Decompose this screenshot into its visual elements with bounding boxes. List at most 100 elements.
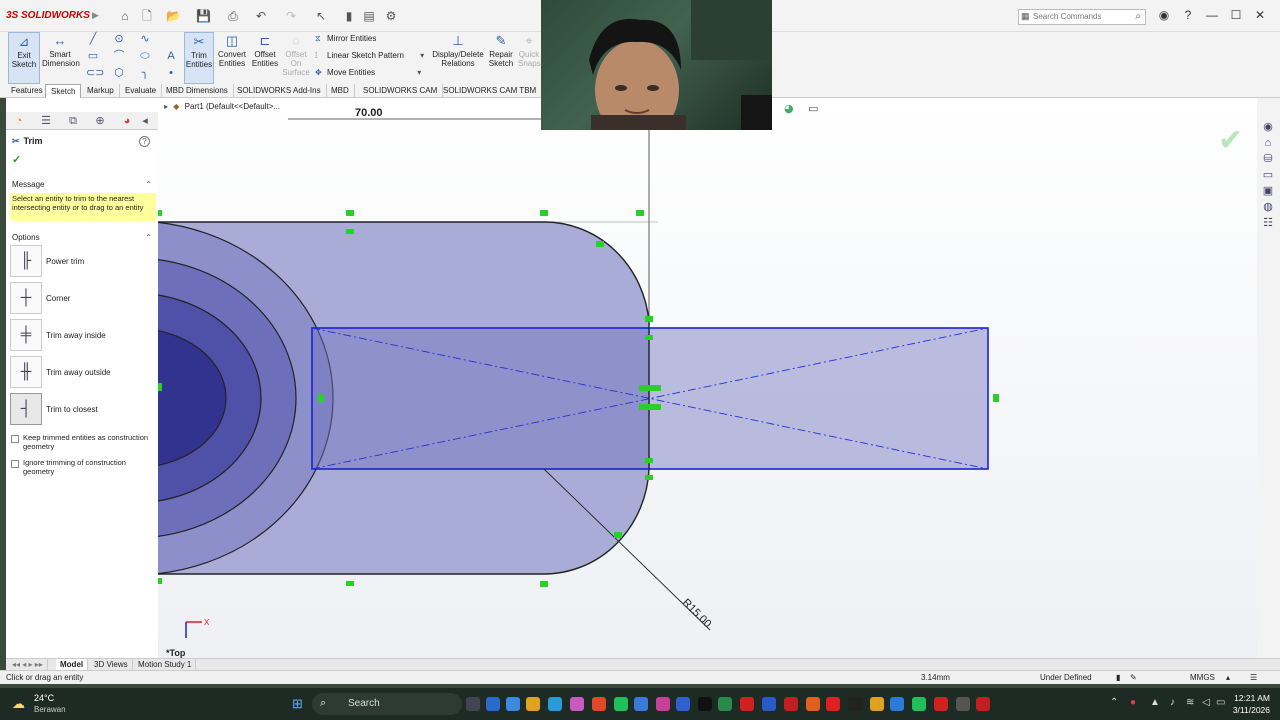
polygon-icon[interactable]: ⬡ xyxy=(112,66,126,80)
quick-snaps-button[interactable]: ⌖ Quick Snaps xyxy=(518,32,541,84)
tab-sketch[interactable]: Sketch xyxy=(45,84,82,98)
spline-icon[interactable]: ∿ xyxy=(138,32,152,46)
sketch-canvas[interactable]: 70.00 R15.00 X *Top ✔ ◕ ▭ xyxy=(158,98,1264,658)
view-palette-icon[interactable]: ▣ xyxy=(1260,184,1276,198)
options-gear-icon[interactable]: ⚙ xyxy=(384,9,398,23)
configuration-manager-icon[interactable]: ⧉ xyxy=(64,114,82,128)
dropdown-arrow-icon[interactable]: ▾ xyxy=(417,68,421,77)
keep-trimmed-checkbox[interactable]: Keep trimmed entities as construction ge… xyxy=(11,433,157,451)
save-icon[interactable]: 💾 xyxy=(196,9,211,23)
apply-scene-icon[interactable]: ◕ xyxy=(784,102,794,115)
app-icon[interactable] xyxy=(634,697,648,711)
tab-mbd-dimensions[interactable]: MBD Dimensions xyxy=(161,84,234,98)
move-entities-button[interactable]: ✥ Move Entities ▾ xyxy=(315,68,421,77)
ellipse-icon[interactable]: ⬭ xyxy=(138,49,152,63)
checkbox-box[interactable] xyxy=(11,435,19,443)
option-trim-to-closest[interactable]: ┤ Trim to closest xyxy=(10,393,156,427)
whatsapp-icon[interactable] xyxy=(912,697,926,711)
word-icon[interactable] xyxy=(762,697,776,711)
appearances-icon[interactable]: ◍ xyxy=(1260,200,1276,214)
feature-manager-icon[interactable]: ◔ xyxy=(10,114,28,128)
taskbar-search[interactable]: ⌕ Search xyxy=(312,693,462,715)
clock-time[interactable]: 12:21 AM xyxy=(1228,693,1270,703)
app-icon[interactable] xyxy=(570,697,584,711)
print-icon[interactable]: ⎙ xyxy=(226,9,240,23)
tray-chevron-icon[interactable]: ⌃ xyxy=(1110,697,1118,708)
minimize-button[interactable]: — xyxy=(1204,8,1220,22)
edit-icon[interactable]: ✎ xyxy=(1130,673,1137,682)
repair-sketch-button[interactable]: ✎ Repair Sketch xyxy=(488,32,514,84)
collapse-chevron-icon[interactable]: ⌃ xyxy=(145,180,152,189)
search-commands-input[interactable]: ▦ Search Commands ⌕ xyxy=(1018,9,1146,25)
tab-mbd[interactable]: MBD xyxy=(326,84,355,98)
clock-date[interactable]: 3/11/2026 xyxy=(1222,705,1270,715)
dimension-70[interactable]: 70.00 xyxy=(355,107,383,119)
tray-app-icon[interactable]: ● xyxy=(1130,697,1136,708)
acrobat-icon[interactable] xyxy=(784,697,798,711)
windows-start-icon[interactable]: ⊞ xyxy=(292,696,303,712)
tray-app-icon[interactable]: ▲ xyxy=(1150,697,1160,708)
facebook-icon[interactable] xyxy=(676,697,690,711)
text-icon[interactable]: A xyxy=(164,49,178,63)
display-delete-relations-button[interactable]: ⊥ Display/Delete Relations xyxy=(432,32,484,84)
tab-markup[interactable]: Markup xyxy=(82,84,120,98)
settings-icon[interactable] xyxy=(956,697,970,711)
trim-entities-button[interactable]: ✂ Trim Entities xyxy=(184,32,214,84)
tab-solidworks-cam[interactable]: SOLIDWORKS CAM xyxy=(358,84,444,98)
app-icon[interactable] xyxy=(506,697,520,711)
view-settings-icon[interactable]: ▭ xyxy=(808,102,818,115)
weather-icon[interactable]: ☁ xyxy=(12,696,25,712)
offset-entities-button[interactable]: ⊏ Offset Entities xyxy=(250,32,280,84)
tab-features[interactable]: Features xyxy=(6,84,49,98)
circle-icon[interactable]: ⊙ xyxy=(112,32,126,46)
checkbox-box[interactable] xyxy=(11,460,19,468)
search-icon[interactable]: ⌕ xyxy=(1135,11,1141,22)
offset-on-surface-button[interactable]: ◌ Offset On Surface xyxy=(282,32,310,84)
confirm-check-icon[interactable]: ✔ xyxy=(1218,123,1243,158)
select-arrow-icon[interactable]: ↖ xyxy=(314,9,328,23)
solidworks-logo[interactable]: 3S SOLIDWORKS xyxy=(6,10,90,21)
home-icon[interactable]: ⌂ xyxy=(118,9,132,23)
line-icon[interactable]: ╱ xyxy=(86,32,100,46)
weather-temperature[interactable]: 24°C xyxy=(34,693,54,703)
youtube-icon[interactable] xyxy=(826,697,840,711)
weather-condition[interactable]: Berawan xyxy=(34,705,66,714)
exit-sketch-button[interactable]: ⊿ Exit Sketch xyxy=(8,32,40,84)
app-icon[interactable] xyxy=(806,697,820,711)
file-explorer-icon[interactable]: ▭ xyxy=(1260,168,1276,182)
help-icon[interactable]: ? xyxy=(139,136,150,147)
help-icon[interactable]: ? xyxy=(1180,8,1196,22)
redo-icon[interactable]: ↷ xyxy=(284,9,298,23)
dimension-r15[interactable]: R15.00 xyxy=(680,597,714,631)
fillet-icon[interactable]: ╮ xyxy=(138,66,152,80)
traffic-light-icon[interactable]: ▮ xyxy=(342,9,356,23)
tab-solidworks-add-ins[interactable]: SOLIDWORKS Add-Ins xyxy=(232,84,327,98)
option-trim-away-outside[interactable]: ╫ Trim away outside xyxy=(10,356,156,390)
options-section-header[interactable]: Options ⌃ xyxy=(12,233,152,242)
dropdown-arrow-icon[interactable]: ▾ xyxy=(420,51,424,60)
excel-icon[interactable] xyxy=(718,697,732,711)
app-icon[interactable] xyxy=(486,697,500,711)
slot-icon[interactable]: ⊂⊃ xyxy=(86,66,104,80)
option-trim-away-inside[interactable]: ╪ Trim away inside xyxy=(10,319,156,353)
display-manager-icon[interactable]: ◕ xyxy=(118,114,136,128)
home-icon[interactable]: ⌂ xyxy=(1260,136,1276,150)
solidworks-taskbar-icon[interactable] xyxy=(976,697,990,711)
chrome-icon[interactable] xyxy=(870,697,884,711)
panel-arrow-icon[interactable]: ◂ xyxy=(138,114,152,128)
file-properties-icon[interactable]: ▤ xyxy=(362,9,376,23)
x-icon[interactable] xyxy=(848,697,862,711)
window-controls-icon[interactable]: ⧉ ⧉ ☐ ✕ xyxy=(1188,98,1225,99)
units-dropdown-icon[interactable]: ▴ xyxy=(1226,673,1230,682)
undo-icon[interactable]: ↶ xyxy=(254,9,268,23)
new-document-icon[interactable]: 🗋 xyxy=(140,9,154,23)
menu-arrow-icon[interactable]: ▶ xyxy=(92,10,99,21)
dimxpert-manager-icon[interactable]: ⊕ xyxy=(91,114,109,128)
option-corner[interactable]: ┼ Corner xyxy=(10,282,156,316)
app-icon[interactable] xyxy=(934,697,948,711)
file-explorer-icon[interactable] xyxy=(526,697,540,711)
ignore-trimming-checkbox[interactable]: Ignore trimming of construction geometry xyxy=(11,458,157,476)
app-icon[interactable] xyxy=(592,697,606,711)
smart-dimension-button[interactable]: ↔ Smart Dimension xyxy=(42,32,80,84)
rebuild-icon[interactable]: ▮ xyxy=(1116,673,1120,682)
